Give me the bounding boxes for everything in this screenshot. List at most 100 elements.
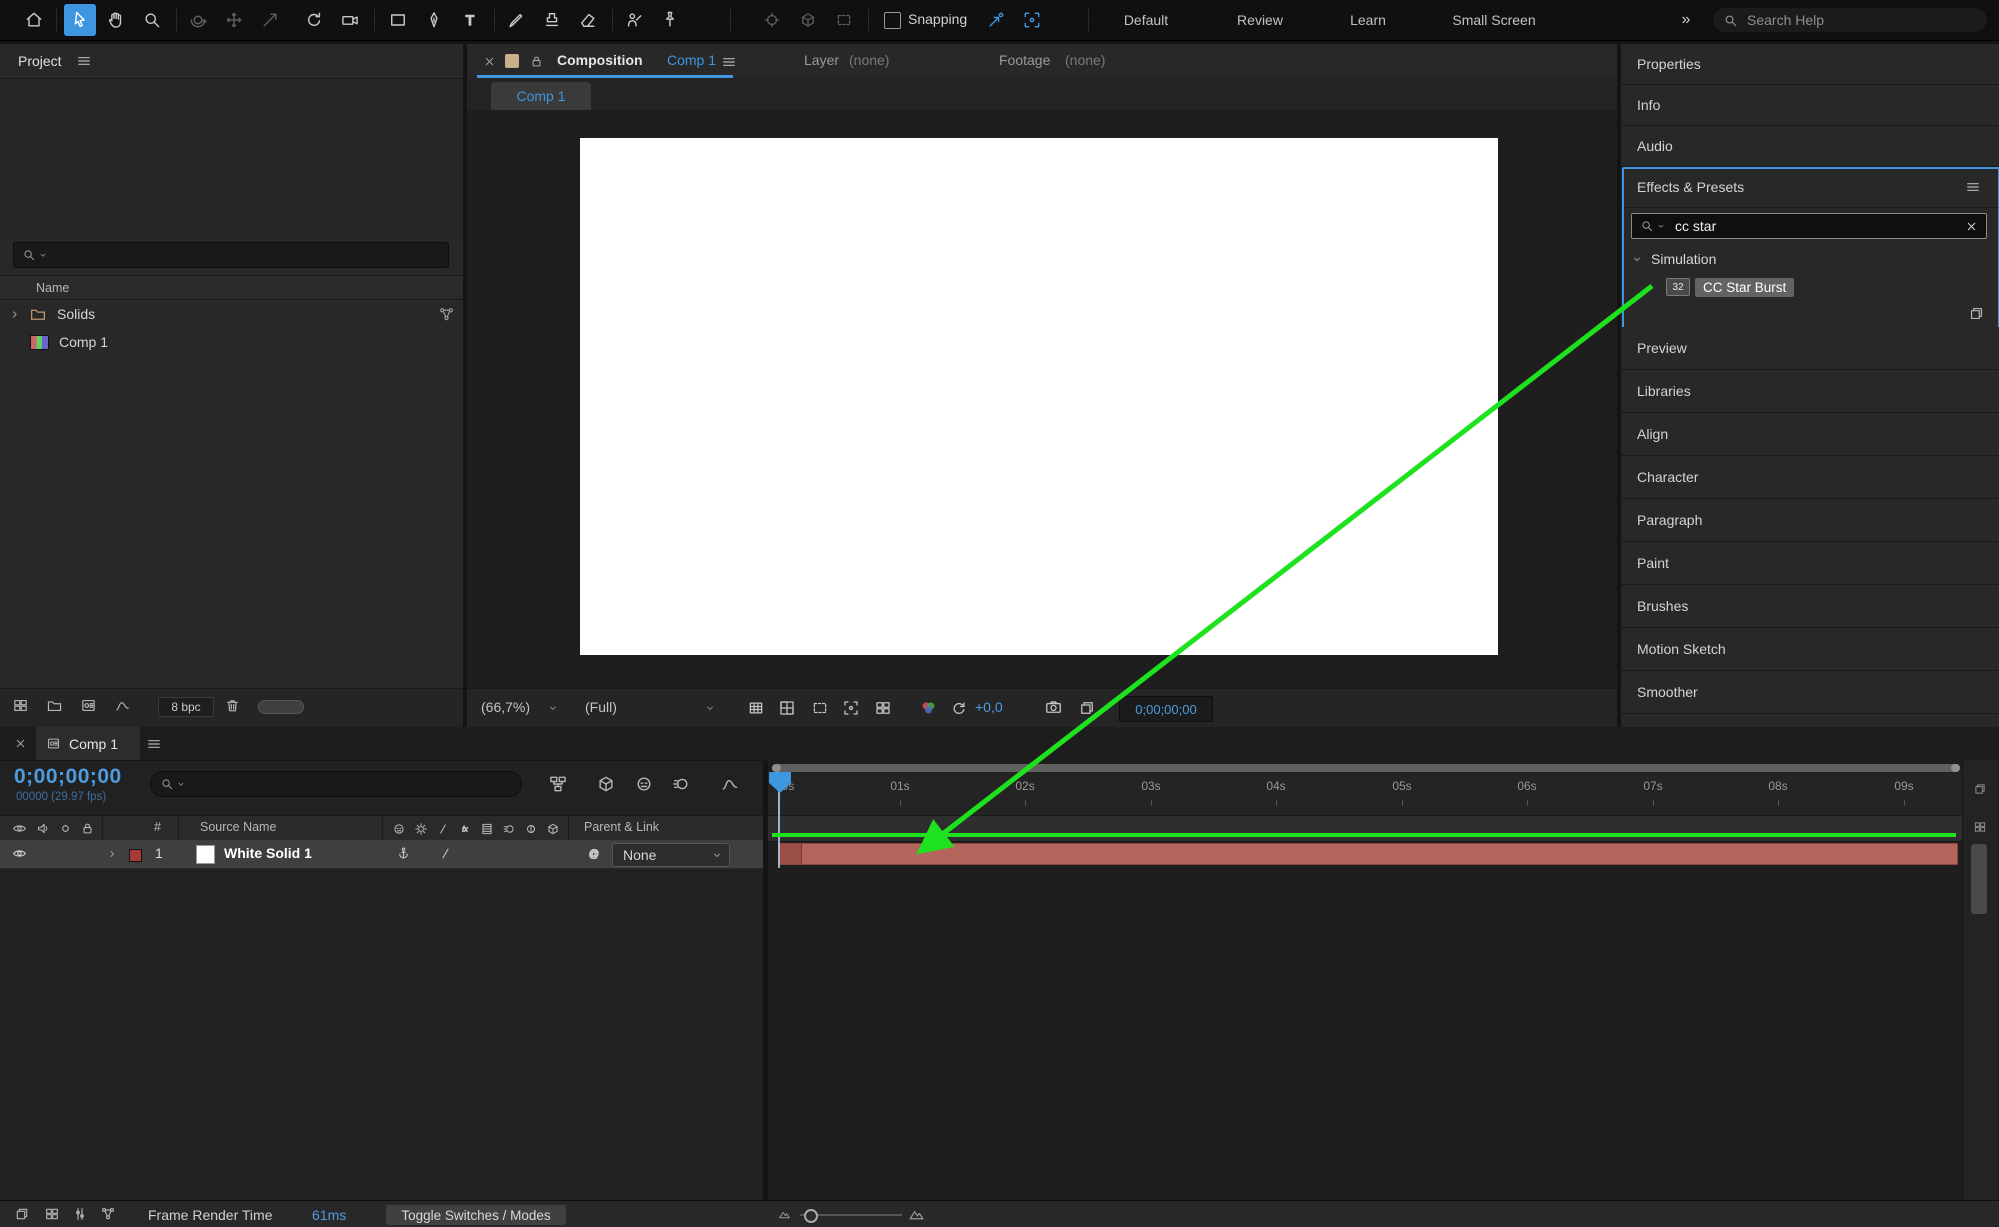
frame-blend-column-icon[interactable] (480, 822, 494, 836)
snap-to-features-toggle[interactable] (1016, 4, 1048, 36)
solid-color-swatch[interactable] (196, 845, 215, 864)
snapshot-camera-icon[interactable] (1044, 698, 1063, 717)
timeline-tab-comp1[interactable]: Comp 1 (36, 727, 140, 760)
axis-mode-local[interactable] (756, 4, 788, 36)
solo-icon[interactable] (58, 821, 73, 836)
parent-link-column-header[interactable]: Parent & Link (584, 820, 659, 834)
zoom-in-mountain-icon[interactable] (908, 1206, 925, 1223)
workspace-small-screen[interactable]: Small Screen (1452, 0, 1535, 40)
exposure-value[interactable]: +0,0 (975, 699, 1003, 715)
parent-pickwhip-icon[interactable] (586, 846, 602, 862)
dolly-camera-tool[interactable] (254, 4, 286, 36)
project-settings-icon[interactable] (12, 697, 29, 714)
toggle-switches-modes-button[interactable]: Toggle Switches / Modes (385, 1204, 567, 1226)
workspace-overflow-chevron[interactable]: » (1682, 0, 1691, 40)
effects-group-simulation[interactable]: Simulation (1621, 244, 1999, 273)
fx-column-icon[interactable] (458, 822, 472, 836)
index-column-header[interactable]: # (154, 820, 161, 834)
mini-flowchart-icon[interactable] (548, 774, 568, 794)
pan-camera-tool[interactable] (218, 4, 250, 36)
panel-motion-sketch[interactable]: Motion Sketch (1621, 628, 1999, 671)
panel-libraries[interactable]: Libraries (1621, 370, 1999, 413)
lock-icon[interactable] (529, 54, 544, 69)
chevron-right-icon[interactable] (106, 848, 118, 860)
flowchart-icon[interactable] (44, 1206, 60, 1222)
panel-character[interactable]: Character (1621, 456, 1999, 499)
composition-canvas[interactable] (580, 138, 1498, 655)
magnification-dropdown[interactable]: (66,7%) (481, 699, 530, 715)
axis-mode-view[interactable] (828, 4, 860, 36)
close-icon[interactable] (483, 55, 496, 68)
mask-visibility-icon[interactable] (811, 699, 829, 717)
layer-duration-bar[interactable] (778, 843, 1958, 865)
new-preset-icon[interactable] (1968, 305, 1985, 322)
comp-marker-bin-icon[interactable] (1973, 782, 1987, 796)
new-folder-icon[interactable] (46, 697, 63, 714)
shy-layers-icon[interactable] (634, 774, 654, 794)
panel-menu-icon[interactable] (146, 736, 162, 752)
rotation-tool[interactable] (298, 4, 330, 36)
panel-paint[interactable]: Paint (1621, 542, 1999, 585)
collapse-column-icon[interactable] (414, 822, 428, 836)
home-icon[interactable] (18, 4, 50, 36)
chevron-down-icon[interactable] (547, 702, 559, 714)
layer-in-handle[interactable] (779, 844, 802, 864)
effect-name-selected[interactable]: CC Star Burst (1695, 277, 1795, 297)
graph-editor-icon[interactable] (720, 774, 740, 794)
pixel-aspect-icon[interactable] (874, 699, 892, 717)
comp-viewer-tab[interactable]: Comp 1 (491, 82, 591, 110)
puppet-pin-tool[interactable] (654, 4, 686, 36)
workspace-learn[interactable]: Learn (1350, 0, 1386, 40)
layer-row[interactable]: 1 White Solid 1 None (0, 840, 763, 869)
quality-slash-icon[interactable] (438, 846, 453, 861)
quality-toggle-icon[interactable] (396, 846, 411, 861)
zoom-tool[interactable] (136, 4, 168, 36)
lock-icon[interactable] (80, 821, 95, 836)
chevron-down-icon[interactable] (1631, 253, 1643, 265)
panel-smoother[interactable]: Smoother (1621, 671, 1999, 714)
show-snapshot-icon[interactable] (1078, 699, 1096, 717)
effects-search-input[interactable]: cc star (1631, 213, 1987, 239)
project-search-input[interactable] (13, 242, 449, 268)
workspace-default[interactable]: Default (1124, 0, 1168, 40)
draft-3d-icon[interactable] (596, 774, 616, 794)
zoom-slider-knob[interactable] (804, 1209, 818, 1223)
panel-brushes[interactable]: Brushes (1621, 585, 1999, 628)
time-navigator-bar[interactable] (772, 764, 1960, 772)
footage-tab-label[interactable]: Footage (999, 52, 1050, 68)
eye-icon[interactable] (12, 821, 27, 836)
clear-search-icon[interactable] (1965, 220, 1978, 233)
motion-blur-column-icon[interactable] (502, 822, 516, 836)
navigator-start-handle[interactable] (772, 764, 781, 772)
panel-paragraph[interactable]: Paragraph (1621, 499, 1999, 542)
shy-column-icon[interactable] (392, 822, 406, 836)
bit-depth-button[interactable]: 8 bpc (158, 697, 214, 717)
navigator-end-handle[interactable] (1951, 764, 1960, 772)
rectangle-tool[interactable] (382, 4, 414, 36)
panel-audio[interactable]: Audio (1621, 126, 1999, 167)
snap-along-edges-toggle[interactable] (980, 4, 1012, 36)
panel-menu-icon[interactable] (1965, 179, 1981, 195)
hand-tool[interactable] (100, 4, 132, 36)
layer-tab-label[interactable]: Layer (804, 52, 839, 68)
comp-button-icon[interactable] (1973, 820, 1987, 834)
panel-info[interactable]: Info (1621, 85, 1999, 126)
network-icon[interactable] (100, 1206, 116, 1222)
render-queue-icon[interactable] (14, 1206, 30, 1222)
brush-tool[interactable] (500, 4, 532, 36)
resolution-dropdown[interactable]: (Full) (585, 699, 617, 715)
panel-align[interactable]: Align (1621, 413, 1999, 456)
help-search-input[interactable]: Search Help (1712, 7, 1988, 33)
snapping-checkbox[interactable] (884, 12, 901, 29)
region-of-interest-icon[interactable] (842, 699, 860, 717)
effect-row-cc-star-burst[interactable]: 32 CC Star Burst (1621, 273, 1999, 301)
chevron-down-icon[interactable] (704, 702, 716, 714)
clone-stamp-tool[interactable] (536, 4, 568, 36)
project-row-comp1[interactable]: Comp 1 (0, 328, 463, 356)
panel-menu-icon[interactable] (721, 54, 737, 70)
close-icon[interactable] (14, 737, 27, 750)
camera-tool[interactable] (334, 4, 366, 36)
motion-blur-icon[interactable] (671, 774, 691, 794)
orbit-camera-tool[interactable] (182, 4, 214, 36)
pen-tool[interactable] (418, 4, 450, 36)
